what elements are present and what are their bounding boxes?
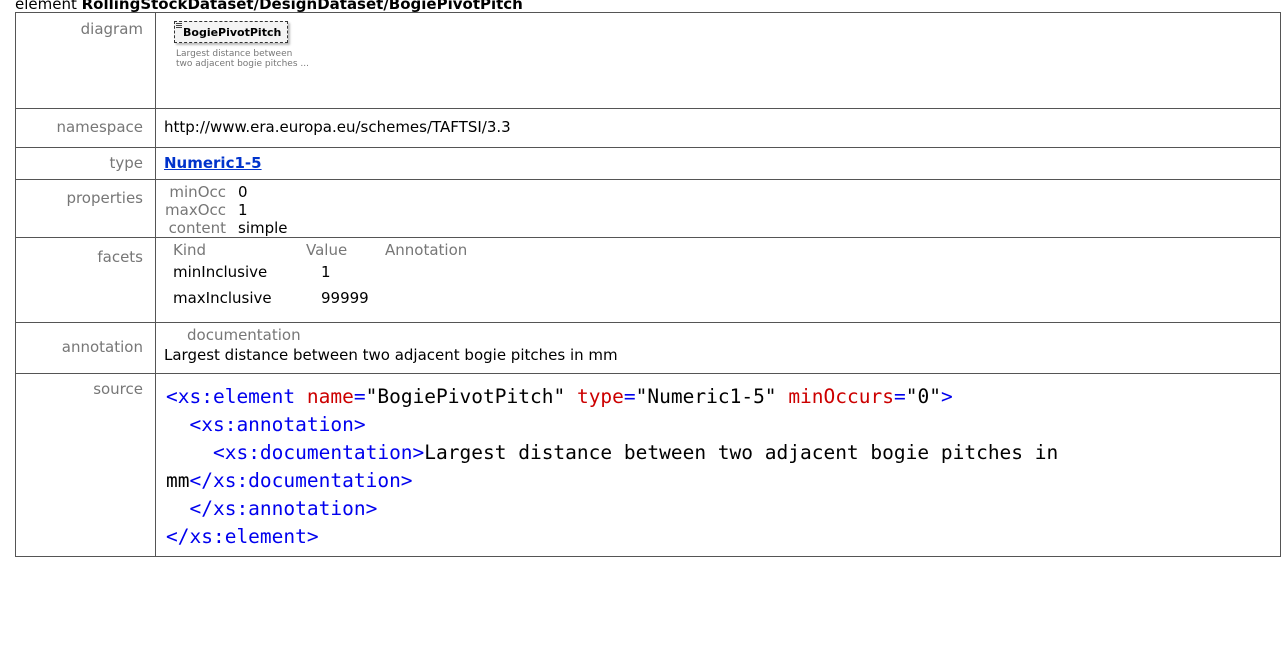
property-key: maxOcc [165, 201, 226, 219]
row-facets: facets Kind Value Annotation minInclusiv… [15, 237, 1281, 323]
facet-kind: maxInclusive [173, 289, 272, 307]
code-attr: minOccurs [788, 385, 894, 408]
facets-header: Kind Value Annotation [164, 238, 1280, 259]
label-properties: properties [66, 189, 143, 207]
code-tag: </xs:element> [166, 525, 319, 548]
code-attr-value: "Numeric1-5" [635, 385, 777, 408]
code-attr-value: "0" [905, 385, 941, 408]
property-value: simple [238, 219, 288, 237]
element-box-name: BogiePivotPitch [183, 26, 282, 39]
row-type: type Numeric1-5 [15, 147, 1281, 180]
label-source: source [93, 380, 143, 398]
row-namespace: namespace http://www.era.europa.eu/schem… [15, 108, 1281, 148]
element-description-line1: Largest distance between [176, 49, 293, 59]
facets-header-kind: Kind [173, 241, 207, 259]
property-key: minOcc [169, 183, 226, 201]
label-annotation: annotation [61, 338, 143, 356]
namespace-value: http://www.era.europa.eu/schemes/TAFTSI/… [164, 118, 511, 136]
facet-value: 1 [321, 263, 331, 281]
label-facets: facets [97, 248, 143, 266]
property-value: 0 [238, 183, 248, 201]
row-source: source <xs:element name="BogiePivotPitch… [15, 373, 1281, 557]
facet-row: maxInclusive 99999 [164, 285, 1280, 311]
code-tag: <xs:documentation> [212, 441, 425, 464]
code-tag: </xs:annotation> [189, 497, 378, 520]
facet-kind: minInclusive [173, 263, 268, 281]
element-annotation-icon [176, 23, 182, 29]
property-key: content [168, 219, 226, 237]
facets-header-annotation: Annotation [385, 241, 468, 259]
source-code: <xs:element name="BogiePivotPitch" type=… [166, 385, 1059, 548]
element-description-line2: two adjacent bogie pitches ... [176, 59, 309, 69]
element-box[interactable]: BogiePivotPitch [174, 21, 289, 43]
code-tag: </xs:documentation> [189, 469, 413, 492]
element-description: Largest distance between two adjacent bo… [176, 49, 1280, 69]
label-namespace: namespace [56, 118, 143, 136]
facet-row: minInclusive 1 [164, 259, 1280, 285]
code-attr: type [576, 385, 624, 408]
code-attr: name [306, 385, 354, 408]
element-doc-table: diagram BogiePivotPitch Largest distance… [15, 12, 1281, 557]
annotation-text: Largest distance between two adjacent bo… [164, 346, 618, 364]
properties-list: minOcc 0 maxOcc 1 content simple [164, 180, 1280, 237]
code-attr-value: "BogiePivotPitch" [365, 385, 566, 408]
annotation-header: documentation [187, 326, 301, 344]
code-tag: > [940, 385, 953, 408]
code-tag: <xs:annotation> [189, 413, 366, 436]
facet-value: 99999 [321, 289, 369, 307]
label-diagram: diagram [80, 20, 143, 38]
code-tag: <xs:element [166, 385, 296, 408]
property-value: 1 [238, 201, 248, 219]
label-type: type [109, 154, 143, 172]
row-diagram: diagram BogiePivotPitch Largest distance… [15, 12, 1281, 109]
row-properties: properties minOcc 0 maxOcc 1 content sim… [15, 179, 1281, 238]
code-text: mm [166, 469, 190, 492]
code-text: Largest distance between two adjacent bo… [424, 441, 1059, 464]
type-link[interactable]: Numeric1-5 [164, 148, 262, 172]
diagram: BogiePivotPitch Largest distance between… [164, 13, 1280, 69]
row-annotation: annotation documentation Largest distanc… [15, 322, 1281, 374]
facets-header-value: Value [306, 241, 348, 259]
